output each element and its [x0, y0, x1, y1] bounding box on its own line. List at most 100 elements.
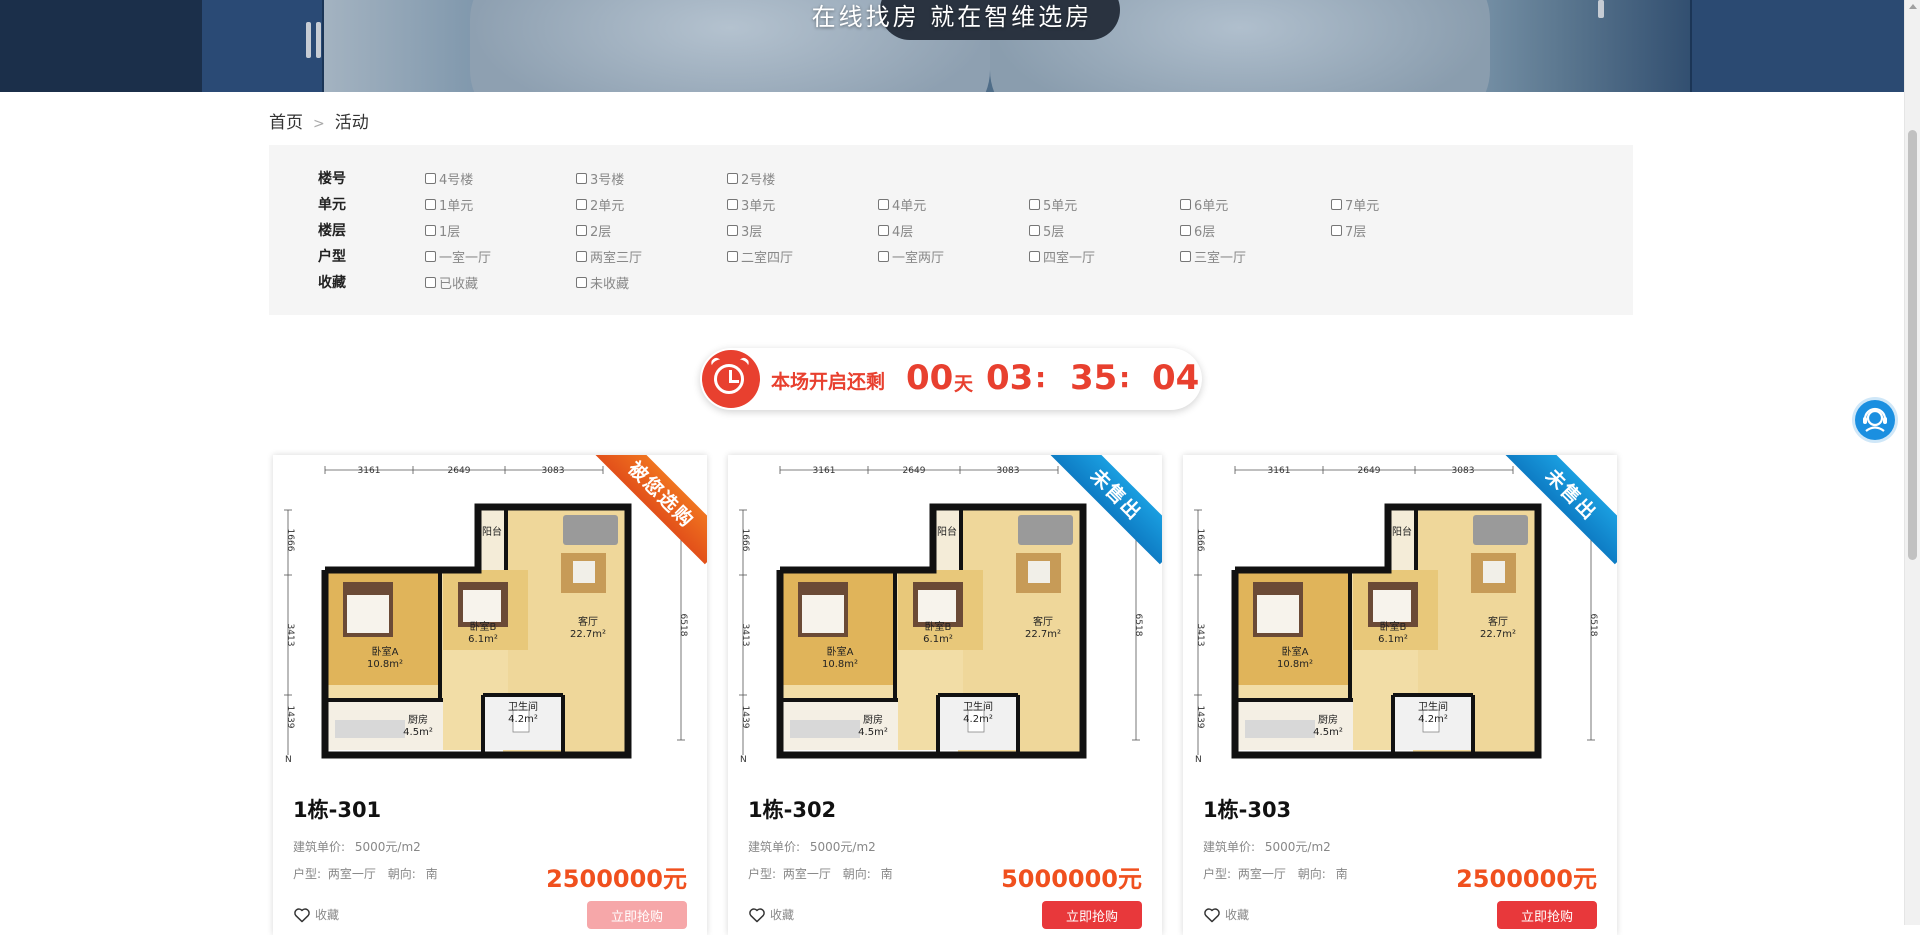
- filter-checkbox[interactable]: [1180, 250, 1191, 262]
- filter-option[interactable]: 一室一厅: [425, 247, 576, 266]
- filter-option[interactable]: 1层: [425, 221, 576, 240]
- filter-checkbox[interactable]: [1029, 250, 1040, 262]
- unit-title[interactable]: 1栋-301: [293, 794, 381, 824]
- filter-option-label: 二室四厅: [741, 250, 794, 266]
- filter-option[interactable]: 二室四厅: [727, 247, 878, 266]
- filter-option[interactable]: 三室一厅: [1180, 247, 1331, 266]
- floor-plan-image: 3161 2649 3083 1666 3413 1439 6518 N 卧室A…: [739, 466, 1143, 765]
- filter-option-label: 2层: [590, 224, 612, 240]
- filter-option[interactable]: 2号楼: [727, 169, 878, 188]
- filter-checkbox[interactable]: [576, 172, 587, 184]
- filter-option-label: 7层: [1345, 224, 1367, 240]
- favorite-toggle[interactable]: 收藏: [1203, 906, 1249, 923]
- filter-checkbox[interactable]: [878, 250, 889, 262]
- filter-option[interactable]: 未收藏: [576, 273, 727, 292]
- filter-option-label: 7单元: [1345, 198, 1380, 214]
- hero-banner: 在线找房 就在智维选房: [0, 0, 1904, 92]
- room-area: 10.8m²: [367, 659, 403, 670]
- countdown-colon: :: [1035, 361, 1047, 394]
- filter-checkbox[interactable]: [425, 172, 436, 184]
- filter-option[interactable]: 3号楼: [576, 169, 727, 188]
- filter-checkbox[interactable]: [1029, 198, 1040, 210]
- countdown-label: 本场开启还剩: [771, 371, 886, 393]
- filter-option[interactable]: 6单元: [1180, 195, 1331, 214]
- unit-type-line: 户型: 两室一厅 朝向: 南: [1203, 865, 1348, 882]
- filter-checkbox[interactable]: [425, 224, 436, 236]
- filter-checkbox[interactable]: [576, 198, 587, 210]
- unit-title[interactable]: 1栋-302: [748, 794, 836, 824]
- filter-checkbox[interactable]: [576, 250, 587, 262]
- total-price: 2500000元: [546, 865, 687, 893]
- room-label: 阳台: [1392, 525, 1412, 538]
- house-card[interactable]: 3161 2649 3083 1666 3413 1439 6518 N 卧室A…: [1183, 455, 1617, 935]
- filter-option[interactable]: 已收藏: [425, 273, 576, 292]
- floor-plan[interactable]: 3161 2649 3083 1666 3413 1439 6518 N 卧室A…: [728, 455, 1162, 775]
- filter-option[interactable]: 2层: [576, 221, 727, 240]
- unit-title[interactable]: 1栋-303: [1203, 794, 1291, 824]
- room-label: 阳台: [482, 525, 502, 538]
- filter-checkbox[interactable]: [727, 172, 738, 184]
- customer-service-icon: [1863, 407, 1887, 432]
- filter-checkbox[interactable]: [576, 224, 587, 236]
- filter-checkbox[interactable]: [878, 224, 889, 236]
- filter-option[interactable]: 两室三厅: [576, 247, 727, 266]
- dim-label: 1666: [740, 529, 750, 552]
- unit-type-label: 户型:: [1203, 867, 1232, 881]
- filter-checkbox[interactable]: [425, 250, 436, 262]
- filter-label: 楼号: [318, 171, 346, 187]
- filter-checkbox[interactable]: [425, 198, 436, 210]
- room-label: 卧室B: [470, 620, 497, 633]
- filter-row: 户型 一室一厅 两室三厅 二室四厅 一室两厅 四室一厅 三室一厅: [318, 245, 1331, 267]
- house-card[interactable]: 3161 2649 3083 1666 3413 1439 6518 N 卧室A…: [273, 455, 707, 935]
- room-area: 4.5m²: [1313, 727, 1343, 738]
- breadcrumb-home[interactable]: 首页: [269, 113, 303, 133]
- filter-option[interactable]: 3层: [727, 221, 878, 240]
- room-label: 客厅: [578, 615, 598, 628]
- filter-checkbox[interactable]: [727, 198, 738, 210]
- filter-option[interactable]: 4层: [878, 221, 1029, 240]
- page-scrollbar[interactable]: [1904, 0, 1920, 925]
- filter-checkbox[interactable]: [1331, 198, 1342, 210]
- customer-service-button[interactable]: [1855, 400, 1895, 440]
- scrollbar-thumb[interactable]: [1908, 130, 1917, 560]
- scroll-up-arrow-icon[interactable]: [1909, 4, 1917, 9]
- unit-type-line: 户型: 两室一厅 朝向: 南: [748, 865, 893, 882]
- dim-label: 6518: [678, 614, 688, 637]
- filter-checkbox[interactable]: [576, 276, 587, 288]
- filter-checkbox[interactable]: [727, 224, 738, 236]
- filter-label: 户型: [318, 249, 346, 265]
- room-area: 10.8m²: [1277, 659, 1313, 670]
- filter-checkbox[interactable]: [1180, 198, 1191, 210]
- filter-label: 收藏: [318, 275, 346, 291]
- house-card[interactable]: 3161 2649 3083 1666 3413 1439 6518 N 卧室A…: [728, 455, 1162, 935]
- filter-option-label: 1单元: [439, 198, 474, 214]
- filter-option[interactable]: 7层: [1331, 221, 1482, 240]
- dim-label: 1666: [285, 529, 295, 552]
- filter-checkbox[interactable]: [1331, 224, 1342, 236]
- unit-type-line: 户型: 两室一厅 朝向: 南: [293, 865, 438, 882]
- filter-option[interactable]: 5单元: [1029, 195, 1180, 214]
- filter-checkbox[interactable]: [727, 250, 738, 262]
- filter-option[interactable]: 4号楼: [425, 169, 576, 188]
- filter-option-label: 3层: [741, 224, 763, 240]
- filter-checkbox[interactable]: [878, 198, 889, 210]
- filter-option[interactable]: 5层: [1029, 221, 1180, 240]
- filter-option[interactable]: 2单元: [576, 195, 727, 214]
- filter-checkbox[interactable]: [1180, 224, 1191, 236]
- filter-option[interactable]: 7单元: [1331, 195, 1482, 214]
- filter-checkbox[interactable]: [425, 276, 436, 288]
- filter-option-label: 4号楼: [439, 172, 474, 188]
- filter-option[interactable]: 四室一厅: [1029, 247, 1180, 266]
- favorite-toggle[interactable]: 收藏: [748, 906, 794, 923]
- floor-plan[interactable]: 3161 2649 3083 1666 3413 1439 6518 N 卧室A…: [1183, 455, 1617, 775]
- filter-option[interactable]: 4单元: [878, 195, 1029, 214]
- filter-checkbox[interactable]: [1029, 224, 1040, 236]
- filter-option[interactable]: 3单元: [727, 195, 878, 214]
- floor-plan[interactable]: 3161 2649 3083 1666 3413 1439 6518 N 卧室A…: [273, 455, 707, 775]
- filter-option[interactable]: 6层: [1180, 221, 1331, 240]
- filter-option[interactable]: 一室两厅: [878, 247, 1029, 266]
- filter-option[interactable]: 1单元: [425, 195, 576, 214]
- room-label: 客厅: [1033, 615, 1053, 628]
- favorite-toggle[interactable]: 收藏: [293, 906, 339, 923]
- filter-option-label: 3单元: [741, 198, 776, 214]
